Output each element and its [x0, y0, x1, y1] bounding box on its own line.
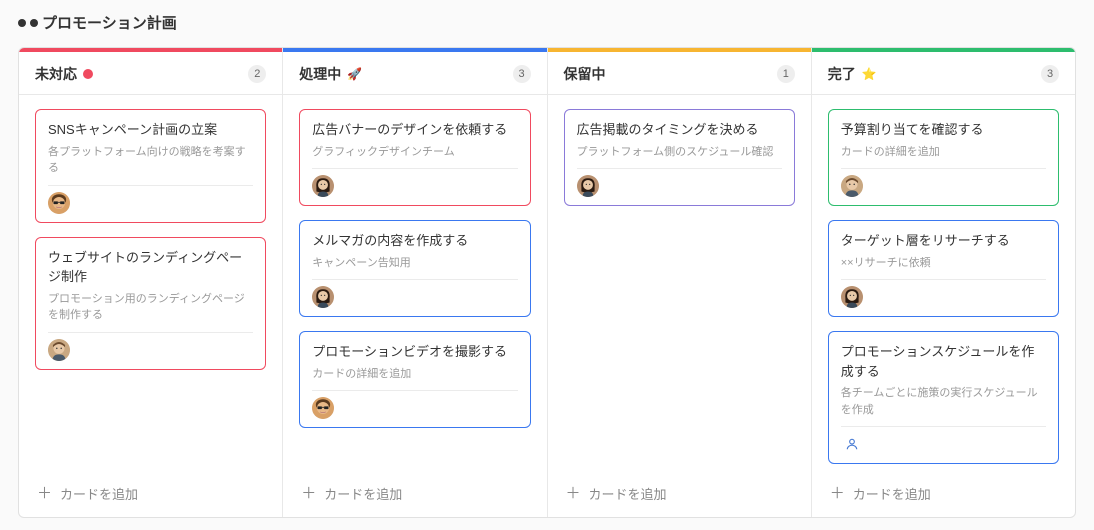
add-card-button[interactable]: ＋ カードを追加 — [812, 470, 1075, 517]
status-dot-icon — [83, 69, 93, 79]
column-count-badge: 1 — [777, 65, 795, 83]
card-title: ターゲット層をリサーチする — [841, 231, 1046, 251]
assignee-placeholder-icon[interactable] — [841, 433, 863, 455]
plus-icon: ＋ — [566, 486, 581, 501]
add-card-label: カードを追加 — [589, 484, 667, 503]
kanban-card[interactable]: 予算割り当てを確認する カードの詳細を追加 — [828, 109, 1059, 206]
kanban-card[interactable]: 広告バナーのデザインを依頼する グラフィックデザインチーム — [299, 109, 530, 206]
column-title: 未対応 — [35, 64, 77, 84]
column-header: 完了 ⭐ 3 — [812, 52, 1075, 95]
card-description: ××リサーチに依頼 — [841, 255, 1046, 272]
kanban-board: 未対応 2 SNSキャンペーン計画の立案 各プラットフォーム向けの戦略を考案する… — [18, 47, 1076, 518]
add-card-label: カードを追加 — [324, 484, 402, 503]
assignee-avatar[interactable] — [841, 175, 863, 197]
card-footer — [841, 168, 1046, 197]
card-description: プラットフォーム側のスケジュール確認 — [577, 144, 782, 161]
kanban-column: 処理中 🚀 3 広告バナーのデザインを依頼する グラフィックデザインチーム メル… — [283, 48, 547, 517]
plus-icon: ＋ — [301, 486, 316, 501]
card-footer — [841, 279, 1046, 308]
card-description: カードの詳細を追加 — [312, 366, 517, 383]
dot-icon — [30, 19, 38, 27]
add-card-label: カードを追加 — [853, 484, 931, 503]
column-header: 処理中 🚀 3 — [283, 52, 546, 95]
kanban-card[interactable]: メルマガの内容を作成する キャンペーン告知用 — [299, 220, 530, 317]
assignee-avatar[interactable] — [312, 397, 334, 419]
add-card-button[interactable]: ＋ カードを追加 — [19, 470, 282, 517]
assignee-avatar[interactable] — [48, 192, 70, 214]
column-header: 未対応 2 — [19, 52, 282, 95]
rocket-icon: 🚀 — [347, 67, 362, 81]
card-description: カードの詳細を追加 — [841, 144, 1046, 161]
card-footer — [48, 185, 253, 214]
add-card-button[interactable]: ＋ カードを追加 — [283, 470, 546, 517]
column-count-badge: 2 — [248, 65, 266, 83]
card-title: 予算割り当てを確認する — [841, 120, 1046, 140]
assignee-avatar[interactable] — [312, 286, 334, 308]
assignee-avatar[interactable] — [841, 286, 863, 308]
kanban-card[interactable]: ウェブサイトのランディングページ制作 プロモーション用のランディングページを制作… — [35, 237, 266, 370]
dot-icon — [18, 19, 26, 27]
star-icon: ⭐ — [862, 67, 877, 81]
card-title: プロモーションスケジュールを作成する — [841, 342, 1046, 381]
card-description: グラフィックデザインチーム — [312, 144, 517, 161]
card-description: キャンペーン告知用 — [312, 255, 517, 272]
kanban-column: 未対応 2 SNSキャンペーン計画の立案 各プラットフォーム向けの戦略を考案する… — [19, 48, 283, 517]
assignee-avatar[interactable] — [312, 175, 334, 197]
column-title: 保留中 — [564, 64, 606, 84]
plus-icon: ＋ — [37, 486, 52, 501]
card-description: 各プラットフォーム向けの戦略を考案する — [48, 144, 253, 177]
kanban-card[interactable]: ターゲット層をリサーチする ××リサーチに依頼 — [828, 220, 1059, 317]
assignee-avatar[interactable] — [577, 175, 599, 197]
card-description: 各チームごとに施策の実行スケジュールを作成 — [841, 385, 1046, 418]
kanban-column: 完了 ⭐ 3 予算割り当てを確認する カードの詳細を追加 ターゲット層をリサーチ… — [812, 48, 1075, 517]
card-title: 広告掲載のタイミングを決める — [577, 120, 782, 140]
card-title: プロモーションビデオを撮影する — [312, 342, 517, 362]
card-title: メルマガの内容を作成する — [312, 231, 517, 251]
kanban-card[interactable]: プロモーションビデオを撮影する カードの詳細を追加 — [299, 331, 530, 428]
card-title: SNSキャンペーン計画の立案 — [48, 120, 253, 140]
card-description: プロモーション用のランディングページを制作する — [48, 291, 253, 324]
column-title: 処理中 — [299, 64, 341, 84]
column-header: 保留中 1 — [548, 52, 811, 95]
column-title: 完了 — [828, 64, 856, 84]
kanban-card[interactable]: 広告掲載のタイミングを決める プラットフォーム側のスケジュール確認 — [564, 109, 795, 206]
card-footer — [312, 279, 517, 308]
card-title: 広告バナーのデザインを依頼する — [312, 120, 517, 140]
card-footer — [312, 168, 517, 197]
card-footer — [48, 332, 253, 361]
column-body: 広告バナーのデザインを依頼する グラフィックデザインチーム メルマガの内容を作成… — [283, 95, 546, 470]
column-count-badge: 3 — [513, 65, 531, 83]
assignee-avatar[interactable] — [48, 339, 70, 361]
card-footer — [841, 426, 1046, 455]
column-body: 予算割り当てを確認する カードの詳細を追加 ターゲット層をリサーチする ××リサ… — [812, 95, 1075, 470]
card-title: ウェブサイトのランディングページ制作 — [48, 248, 253, 287]
kanban-card[interactable]: プロモーションスケジュールを作成する 各チームごとに施策の実行スケジュールを作成 — [828, 331, 1059, 464]
column-count-badge: 3 — [1041, 65, 1059, 83]
add-card-button[interactable]: ＋ カードを追加 — [548, 470, 811, 517]
column-body: 広告掲載のタイミングを決める プラットフォーム側のスケジュール確認 — [548, 95, 811, 470]
card-footer — [312, 390, 517, 419]
kanban-column: 保留中 1 広告掲載のタイミングを決める プラットフォーム側のスケジュール確認 … — [548, 48, 812, 517]
board-title-text: プロモーション計画 — [42, 12, 177, 33]
board-title: プロモーション計画 — [18, 12, 1076, 33]
plus-icon: ＋ — [830, 486, 845, 501]
card-footer — [577, 168, 782, 197]
add-card-label: カードを追加 — [60, 484, 138, 503]
column-body: SNSキャンペーン計画の立案 各プラットフォーム向けの戦略を考案する ウェブサイ… — [19, 95, 282, 470]
kanban-card[interactable]: SNSキャンペーン計画の立案 各プラットフォーム向けの戦略を考案する — [35, 109, 266, 223]
